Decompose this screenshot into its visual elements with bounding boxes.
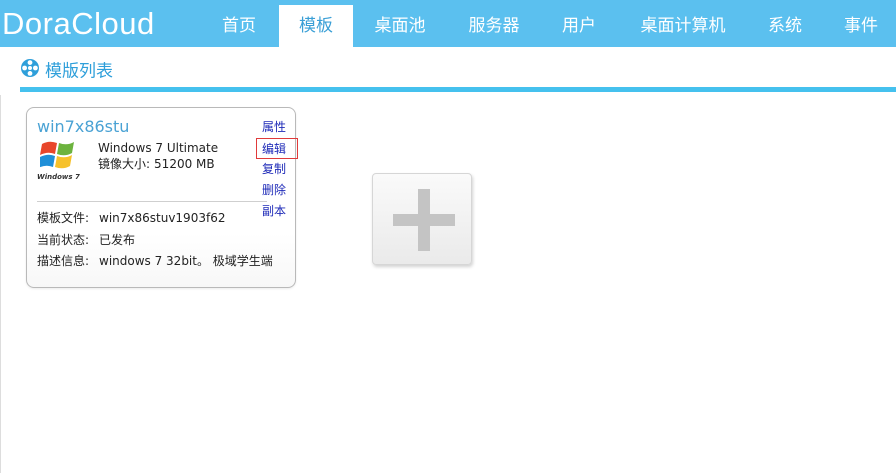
- nav-home[interactable]: 首页: [208, 5, 270, 47]
- nav-templates[interactable]: 模板: [279, 5, 353, 47]
- film-reel-icon: [20, 58, 40, 85]
- nav-desktop-computers[interactable]: 桌面计算机: [625, 5, 741, 47]
- section-divider: [20, 87, 896, 92]
- template-name: win7x86stu: [37, 117, 130, 136]
- os-logo-label: Windows 7: [37, 173, 80, 181]
- card-divider: [37, 201, 267, 202]
- template-file-label: 模板文件:: [37, 211, 90, 225]
- template-card[interactable]: win7x86stu Windows 7 Windows 7 Ultimate …: [26, 107, 298, 288]
- description-label: 描述信息:: [37, 254, 90, 268]
- status-label: 当前状态:: [37, 233, 90, 247]
- nav-desktop-pools[interactable]: 桌面池: [362, 5, 438, 47]
- image-size-value: 51200 MB: [154, 157, 215, 171]
- image-size: 镜像大小: 51200 MB: [98, 156, 215, 172]
- content-left-border: [0, 95, 1, 473]
- edit-link[interactable]: 编辑: [256, 138, 298, 159]
- delete-link[interactable]: 删除: [257, 180, 291, 201]
- nav-events[interactable]: 事件: [831, 5, 891, 47]
- status-value: 已发布: [99, 233, 136, 247]
- main-nav: 首页 模板 桌面池 服务器 用户 桌面计算机 系统 事件: [0, 0, 896, 47]
- nav-users[interactable]: 用户: [549, 5, 609, 47]
- nav-servers[interactable]: 服务器: [455, 5, 533, 47]
- description-row: 描述信息: windows 7 32bit。 极域学生端: [37, 253, 273, 269]
- section-header: 模版列表: [20, 58, 113, 82]
- template-file-row: 模板文件: win7x86stuv1903f62: [37, 210, 225, 226]
- nav-system[interactable]: 系统: [755, 5, 815, 47]
- description-value: windows 7 32bit。 极域学生端: [99, 254, 273, 268]
- copy-link[interactable]: 复制: [257, 159, 291, 180]
- replica-link[interactable]: 副本: [257, 201, 291, 222]
- template-file-value: win7x86stuv1903f62: [99, 211, 226, 225]
- properties-link[interactable]: 属性: [257, 117, 291, 138]
- page-title: 模版列表: [45, 61, 113, 82]
- top-navigation-bar: DoraCloud 首页 模板 桌面池 服务器 用户 桌面计算机 系统 事件: [0, 0, 896, 47]
- add-template-button[interactable]: [372, 173, 472, 265]
- os-name: Windows 7 Ultimate: [98, 141, 219, 155]
- windows-7-logo-icon: Windows 7: [37, 139, 80, 185]
- image-size-label: 镜像大小:: [98, 157, 151, 171]
- status-row: 当前状态: 已发布: [37, 232, 135, 248]
